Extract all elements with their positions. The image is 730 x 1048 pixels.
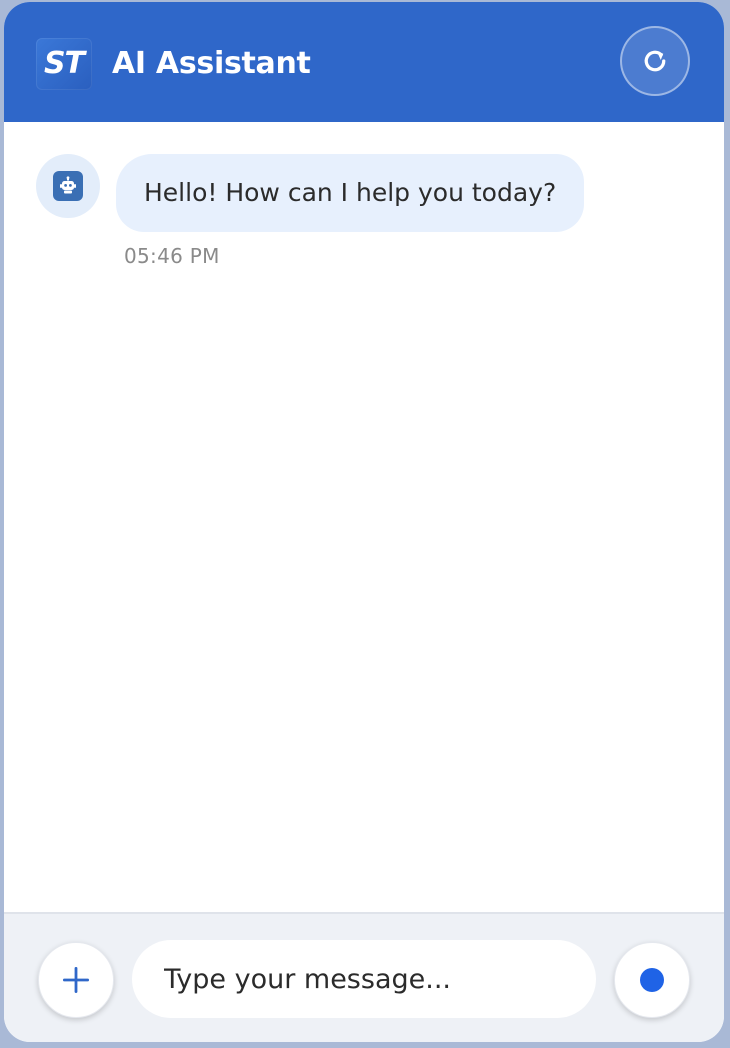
- refresh-button[interactable]: [620, 26, 690, 96]
- refresh-icon: [644, 50, 666, 72]
- plus-icon: [63, 967, 89, 993]
- chat-title: AI Assistant: [112, 46, 311, 81]
- bot-avatar: [36, 154, 100, 218]
- message-input[interactable]: [132, 940, 596, 1018]
- record-dot-icon: [640, 968, 664, 992]
- composer-bar: [4, 912, 724, 1042]
- attach-button[interactable]: [38, 942, 114, 1018]
- bot-avatar-badge: [53, 171, 83, 201]
- bot-message-bubble: Hello! How can I help you today?: [116, 154, 585, 232]
- brand-logo: ST: [36, 38, 92, 90]
- robot-icon: [60, 176, 76, 194]
- message-list[interactable]: Hello! How can I help you today? 05:46 P…: [4, 122, 724, 912]
- chat-header: ST AI Assistant: [4, 2, 724, 122]
- message-timestamp: 05:46 PM: [124, 244, 220, 268]
- chat-window: ST AI Assistant Hello! How can I help yo…: [4, 2, 724, 1042]
- record-button[interactable]: [614, 942, 690, 1018]
